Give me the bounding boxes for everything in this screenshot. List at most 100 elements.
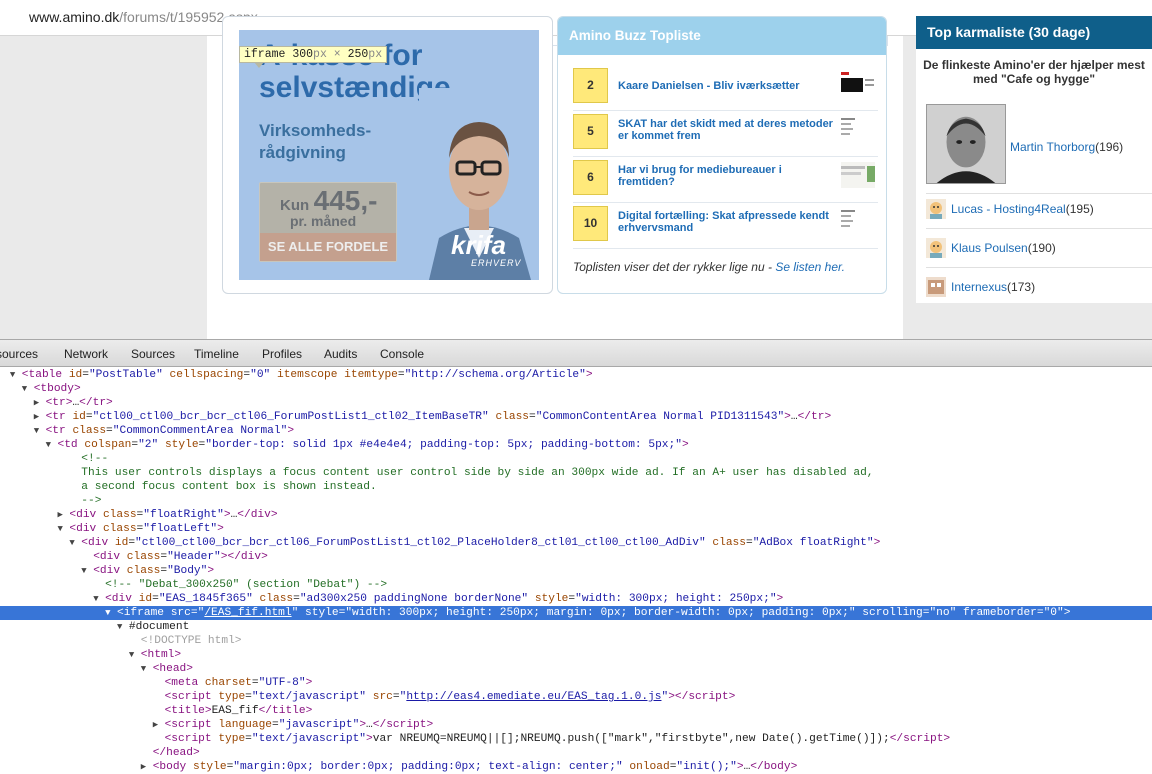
disclosure-collapsed-icon[interactable]: ▶ xyxy=(58,508,63,522)
dom-node-code: <div id="ctl00_ctl00_bcr_bcr_ctl06_Forum… xyxy=(81,537,881,549)
avatar[interactable] xyxy=(926,238,946,258)
dom-node-line[interactable]: ▶ <body style="margin:0px; border:0px; pa… xyxy=(0,760,1152,774)
karma-user-row[interactable]: Klaus Poulsen(190) xyxy=(926,238,1152,260)
dom-node-line[interactable]: ▼ #document xyxy=(0,620,1152,634)
karma-user-row[interactable]: Internexus(173) xyxy=(926,277,1152,299)
devtools-tab-profiles[interactable]: Profiles xyxy=(262,347,302,361)
avatar[interactable] xyxy=(926,277,946,297)
devtools-tab-sources[interactable]: Sources xyxy=(131,347,175,361)
buzz-item-title[interactable]: SKAT har det skidt med at deres metoder … xyxy=(618,118,840,142)
buzz-separator xyxy=(573,110,878,111)
disclosure-collapsed-icon[interactable]: ▶ xyxy=(34,410,39,424)
dom-node-code: <div class="Body"> xyxy=(93,565,215,577)
ad-price-box[interactable]: Kun 445,- pr. måned SE ALLE FORDELE xyxy=(259,182,397,262)
buzz-thumbnail[interactable] xyxy=(841,70,875,96)
dom-node-line[interactable]: <!DOCTYPE html> xyxy=(0,634,1152,648)
karma-separator xyxy=(926,267,1152,268)
ad-cta-button[interactable]: SE ALLE FORDELE xyxy=(260,233,396,261)
buzz-item[interactable]: 10 Digital fortælling: Skat afpressede k… xyxy=(573,206,878,244)
buzz-thumbnail[interactable] xyxy=(841,162,875,188)
dom-tree[interactable]: ▼ <table id="PostTable" cellspacing="0" i… xyxy=(0,368,1152,774)
dom-node-line[interactable]: ▼ <tr class="CommonCommentArea Normal"> xyxy=(0,424,1152,438)
buzz-item[interactable]: 2 Kaare Danielsen - Bliv iværksætter xyxy=(573,68,878,106)
dom-node-code: <tbody> xyxy=(33,383,81,395)
dom-node-line[interactable]: a second focus content box is shown inst… xyxy=(0,480,1152,494)
dom-node-line[interactable]: ▼ <table id="PostTable" cellspacing="0" i… xyxy=(0,368,1152,382)
buzz-rank: 5 xyxy=(573,114,608,149)
disclosure-collapsed-icon[interactable]: ▶ xyxy=(34,396,39,410)
buzz-separator xyxy=(573,156,878,157)
disclosure-expanded-icon[interactable]: ▼ xyxy=(10,368,15,382)
buzz-thumbnail[interactable] xyxy=(841,116,875,142)
disclosure-expanded-icon[interactable]: ▼ xyxy=(69,536,74,550)
devtools-tab-audits[interactable]: Audits xyxy=(324,347,357,361)
avatar[interactable] xyxy=(926,104,1006,184)
dom-node-line[interactable]: ▼ <div id="ctl00_ctl00_bcr_bcr_ctl06_Foru… xyxy=(0,536,1152,550)
devtools-tab-elements[interactable]: sources xyxy=(0,347,38,361)
buzz-item-title[interactable]: Digital fortælling: Skat afpressede kend… xyxy=(618,210,840,234)
dom-node-line[interactable]: ▼ <div id="EAS_1845f365" class="ad300x250… xyxy=(0,592,1152,606)
dom-node-line[interactable]: ▼ <tbody> xyxy=(0,382,1152,396)
disclosure-collapsed-icon[interactable]: ▶ xyxy=(141,760,146,774)
buzz-item[interactable]: 6 Har vi brug for mediebureauer i fremti… xyxy=(573,160,878,198)
dom-node-code: <script type="text/javascript">var NREUM… xyxy=(164,733,951,745)
dom-node-line[interactable]: This user controls displays a focus cont… xyxy=(0,466,1152,480)
dom-node-line[interactable]: ▼ <head> xyxy=(0,662,1152,676)
karma-user-row[interactable]: Lucas - Hosting4Real(195) xyxy=(926,199,1152,221)
tooltip-width: 300 xyxy=(292,48,314,61)
dom-node-line[interactable]: <!-- "Debat_300x250" (section "Debat") -… xyxy=(0,578,1152,592)
disclosure-expanded-icon[interactable]: ▼ xyxy=(46,438,51,452)
disclosure-expanded-icon[interactable]: ▼ xyxy=(105,606,110,620)
disclosure-collapsed-icon[interactable]: ▶ xyxy=(153,718,158,732)
disclosure-expanded-icon[interactable]: ▼ xyxy=(141,662,146,676)
ad-price-suffix: pr. måned xyxy=(290,213,357,229)
dom-node-line[interactable]: ▼ <td colspan="2" style="border-top: soli… xyxy=(0,438,1152,452)
ad-banner[interactable]: A-kasse for selvstændige Virksomheds-råd… xyxy=(239,30,539,280)
dom-node-line[interactable]: --> xyxy=(0,494,1152,508)
dom-node-line[interactable]: <script type="text/javascript">var NREUM… xyxy=(0,732,1152,746)
dom-node-line[interactable]: ▼ <iframe src="/EAS_fif.html" style="widt… xyxy=(0,606,1152,620)
buzz-item-title[interactable]: Kaare Danielsen - Bliv iværksætter xyxy=(618,80,840,92)
dom-node-line[interactable]: ▶ <div class="floatRight">…</div> xyxy=(0,508,1152,522)
disclosure-expanded-icon[interactable]: ▼ xyxy=(34,424,39,438)
buzz-footer-text: Toplisten viser det der rykker lige nu - xyxy=(573,260,776,274)
dom-node-line[interactable]: ▶ <script language="javascript">…</script… xyxy=(0,718,1152,732)
devtools-tab-timeline[interactable]: Timeline xyxy=(194,347,239,361)
buzz-item-title[interactable]: Har vi brug for mediebureauer i fremtide… xyxy=(618,164,840,188)
dom-node-line[interactable]: <meta charset="UTF-8"> xyxy=(0,676,1152,690)
disclosure-expanded-icon[interactable]: ▼ xyxy=(58,522,63,536)
karma-user-name[interactable]: Klaus Poulsen xyxy=(951,241,1028,255)
dom-node-line[interactable]: ▼ <html> xyxy=(0,648,1152,662)
devtools-tab-network[interactable]: Network xyxy=(64,347,108,361)
disclosure-expanded-icon[interactable]: ▼ xyxy=(129,648,134,662)
dom-node-line[interactable]: <!-- xyxy=(0,452,1152,466)
avatar[interactable] xyxy=(926,199,946,219)
buzz-thumbnail[interactable] xyxy=(841,208,875,234)
buzz-footer-link[interactable]: Se listen her. xyxy=(775,260,845,274)
dom-node-line[interactable]: </head> xyxy=(0,746,1152,760)
devtools-tab-console[interactable]: Console xyxy=(380,347,424,361)
dom-node-line[interactable]: ▼ <div class="floatLeft"> xyxy=(0,522,1152,536)
buzz-item[interactable]: 5 SKAT har det skidt med at deres metode… xyxy=(573,114,878,152)
disclosure-expanded-icon[interactable]: ▼ xyxy=(93,592,98,606)
karma-top-user[interactable]: Martin Thorborg(196) xyxy=(926,104,1152,184)
dom-node-code: <table id="PostTable" cellspacing="0" it… xyxy=(21,369,593,381)
dom-node-code: <!-- "Debat_300x250" (section "Debat") -… xyxy=(105,579,388,591)
karma-user-points: (195) xyxy=(1065,202,1094,216)
disclosure-expanded-icon[interactable]: ▼ xyxy=(117,620,122,634)
karma-user-name[interactable]: Martin Thorborg xyxy=(1010,140,1095,154)
dom-node-line[interactable]: ▼ <div class="Body"> xyxy=(0,564,1152,578)
karma-user-name[interactable]: Internexus xyxy=(951,280,1007,294)
disclosure-expanded-icon[interactable]: ▼ xyxy=(81,564,86,578)
dom-node-line[interactable]: ▶ <tr>…</tr> xyxy=(0,396,1152,410)
dom-node-line[interactable]: <title>EAS_fif</title> xyxy=(0,704,1152,718)
dom-node-line[interactable]: ▶ <tr id="ctl00_ctl00_bcr_bcr_ctl06_Forum… xyxy=(0,410,1152,424)
disclosure-expanded-icon[interactable]: ▼ xyxy=(22,382,27,396)
tooltip-height-unit: px xyxy=(368,48,383,61)
dom-node-code: <tr>…</tr> xyxy=(45,397,113,409)
dom-node-line[interactable]: <div class="Header"></div> xyxy=(0,550,1152,564)
karma-top-user-name[interactable]: Martin Thorborg(196) xyxy=(1010,140,1123,154)
dom-node-line[interactable]: <script type="text/javascript" src="http… xyxy=(0,690,1152,704)
karma-user-name[interactable]: Lucas - Hosting4Real xyxy=(951,202,1066,216)
dom-node-code: <body style="margin:0px; border:0px; pad… xyxy=(152,761,798,773)
